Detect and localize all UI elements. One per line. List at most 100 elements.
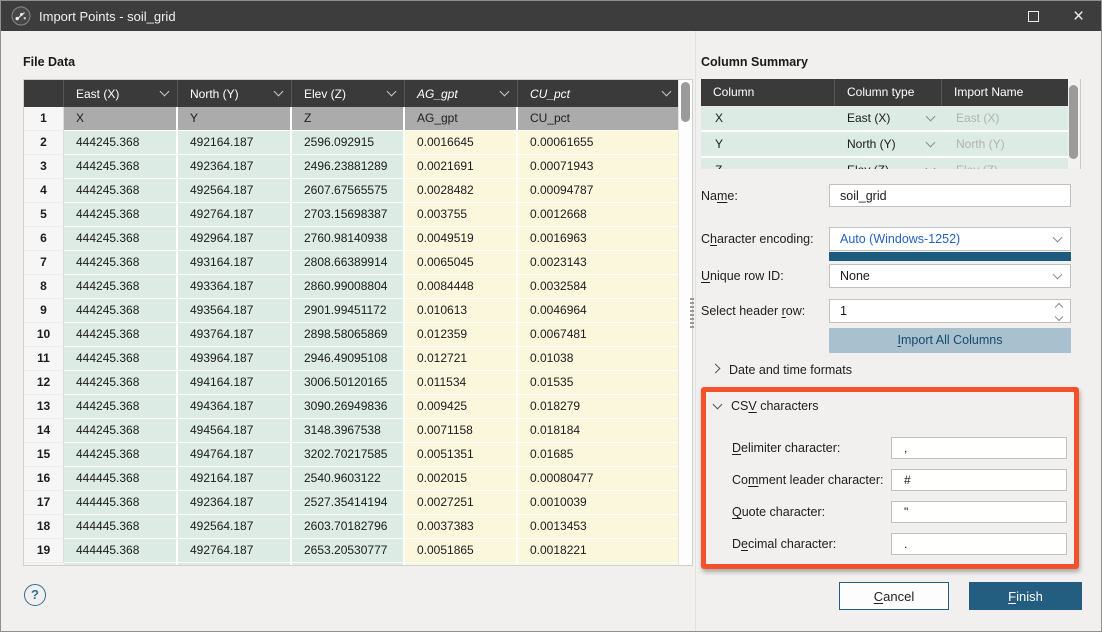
quote-character-input[interactable]: [891, 501, 1067, 523]
column-header[interactable]: North (Y): [178, 80, 292, 107]
table-cell: 0.01038: [518, 347, 680, 371]
table-row[interactable]: 16444445.368492164.1872540.96031220.0020…: [24, 467, 680, 491]
table-row[interactable]: 18444445.368492564.1872603.701827960.003…: [24, 515, 680, 539]
name-input[interactable]: [829, 184, 1071, 207]
table-cell: 2496.23881289: [292, 155, 405, 179]
chevron-down-icon: [662, 87, 672, 97]
summary-header: Column type: [835, 79, 942, 106]
row-number: 9: [24, 299, 64, 323]
table-cell: 0.0016963: [518, 227, 680, 251]
spinner-buttons[interactable]: [1053, 302, 1065, 322]
finish-button[interactable]: Finish: [969, 582, 1082, 610]
table-cell: 0.0032584: [518, 275, 680, 299]
table-cell: 0.0049519: [405, 227, 518, 251]
delimiter-character-input[interactable]: [891, 437, 1067, 459]
table-cell: 444445.368: [64, 515, 178, 539]
table-row[interactable]: 7444245.368493164.1872808.663899140.0065…: [24, 251, 680, 275]
table-row[interactable]: 12444245.368494164.1873006.501201650.011…: [24, 371, 680, 395]
header-row-spinner[interactable]: 1: [829, 299, 1071, 323]
table-cell: 0.0067481: [518, 323, 680, 347]
column-type-select[interactable]: Elev (Z): [835, 158, 942, 169]
summary-row: XEast (X)East (X): [701, 106, 1069, 132]
table-cell: 492764.187: [178, 203, 292, 227]
table-cell: 0.0010039: [518, 491, 680, 515]
table-row[interactable]: 14444245.368494564.1873148.39675380.0071…: [24, 419, 680, 443]
file-data-section-label: File Data: [23, 55, 75, 69]
table-cell: 0.0084448: [405, 275, 518, 299]
table-cell: 0.0016645: [405, 131, 518, 155]
table-cell: 494564.187: [178, 419, 292, 443]
csv-characters-disclosure[interactable]: CSV characters: [714, 399, 819, 413]
table-row[interactable]: 5444245.368492764.1872703.156983870.0037…: [24, 203, 680, 227]
table-cell: 3202.70217585: [292, 443, 405, 467]
scrollbar-thumb[interactable]: [681, 82, 690, 122]
unique-row-id-select[interactable]: None: [829, 264, 1071, 288]
table-row[interactable]: 10444245.368493764.1872898.580658690.012…: [24, 323, 680, 347]
decimal-character-input[interactable]: [891, 533, 1067, 555]
chevron-down-icon: [926, 137, 936, 147]
maximize-button[interactable]: [1011, 1, 1056, 31]
date-time-formats-disclosure[interactable]: Date and time formats: [712, 363, 852, 377]
titlebar[interactable]: Import Points - soil_grid ×: [1, 1, 1101, 31]
table-cell: 0.00071943: [518, 155, 680, 179]
table-cell: 0.01685: [518, 443, 680, 467]
column-summary-scrollbar[interactable]: [1068, 79, 1080, 169]
summary-column-name: Z: [701, 158, 835, 169]
table-row[interactable]: 9444245.368493564.1872901.994511720.0106…: [24, 299, 680, 323]
spin-up-icon[interactable]: [1055, 303, 1063, 311]
chevron-down-icon: [713, 399, 723, 409]
column-header-label: CU_pct: [530, 87, 570, 101]
scrollbar-thumb[interactable]: [1069, 85, 1078, 159]
table-cell: 2901.99451172: [292, 299, 405, 323]
table-cell: 0.0013453: [518, 515, 680, 539]
column-header[interactable]: CU_pct: [518, 80, 680, 107]
table-row[interactable]: 6444245.368492964.1872760.981409380.0049…: [24, 227, 680, 251]
table-cell: 493164.187: [178, 251, 292, 275]
table-cell: 0.0021691: [405, 155, 518, 179]
select-header-row-label: Select header row:: [701, 304, 805, 318]
table-row[interactable]: 3444245.368492364.1872496.238812890.0021…: [24, 155, 680, 179]
panel-divider: [695, 31, 696, 631]
splitter-handle[interactable]: [690, 298, 694, 328]
column-header[interactable]: AG_gpt: [405, 80, 518, 107]
column-type-value: North (Y): [847, 137, 896, 151]
table-row[interactable]: 11444245.368493964.1872946.490951080.012…: [24, 347, 680, 371]
table-row[interactable]: 13444245.368494364.1873090.269498360.009…: [24, 395, 680, 419]
table-cell: 2596.092915: [292, 131, 405, 155]
import-all-columns-button[interactable]: Import All Columns: [829, 328, 1071, 353]
column-header[interactable]: Elev (Z): [292, 80, 405, 107]
column-type-value: Elev (Z): [847, 163, 889, 169]
table-row[interactable]: 15444245.368494764.1873202.702175850.005…: [24, 443, 680, 467]
chevron-down-icon: [926, 163, 936, 169]
column-type-select[interactable]: East (X): [835, 106, 942, 130]
file-data-body: 1XYZAG_gptCU_pct2444245.368492164.187259…: [24, 107, 692, 563]
column-header-label: AG_gpt: [417, 87, 458, 101]
column-type-select[interactable]: North (Y): [835, 132, 942, 156]
table-row[interactable]: 19444445.368492764.1872653.205307770.005…: [24, 539, 680, 563]
table-cell: 494164.187: [178, 371, 292, 395]
column-summary-section-label: Column Summary: [701, 55, 808, 69]
table-row[interactable]: 2444245.368492164.1872596.0929150.001664…: [24, 131, 680, 155]
summary-header: Import Name: [942, 79, 1069, 106]
row-number: 19: [24, 539, 64, 563]
cancel-button[interactable]: Cancel: [839, 582, 949, 610]
table-cell: AG_gpt: [405, 107, 518, 131]
table-row[interactable]: 1XYZAG_gptCU_pct: [24, 107, 680, 131]
table-row[interactable]: 4444245.368492564.1872607.675655750.0028…: [24, 179, 680, 203]
table-row[interactable]: 17444445.368492364.1872527.354141940.002…: [24, 491, 680, 515]
column-header[interactable]: East (X): [64, 80, 178, 107]
comment-leader-character-input[interactable]: [891, 469, 1067, 491]
row-number: 10: [24, 323, 64, 347]
table-cell: 0.0037383: [405, 515, 518, 539]
character-encoding-select[interactable]: Auto (Windows-1252): [829, 227, 1071, 251]
close-button[interactable]: ×: [1056, 1, 1101, 31]
row-number: 6: [24, 227, 64, 251]
table-row[interactable]: 8444245.368493364.1872860.990088040.0084…: [24, 275, 680, 299]
table-cell: 0.010613: [405, 299, 518, 323]
date-time-formats-label: Date and time formats: [729, 363, 852, 377]
character-encoding-label: Character encoding:: [701, 232, 814, 246]
chevron-down-icon: [1053, 269, 1063, 279]
spin-down-icon[interactable]: [1055, 313, 1063, 321]
help-button[interactable]: ?: [24, 584, 46, 606]
quote-character-label: Quote character:: [732, 505, 825, 519]
